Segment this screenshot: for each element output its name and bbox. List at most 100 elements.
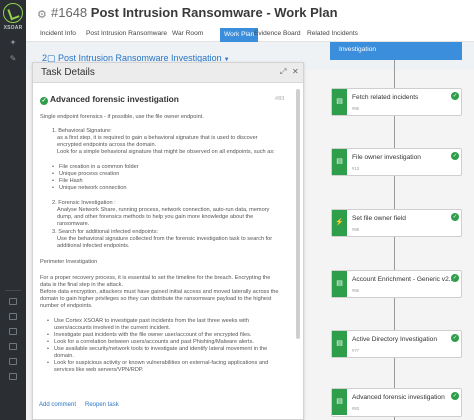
desc-line: number of endpoints. <box>40 303 93 309</box>
node-label: Advanced forensic investigation <box>352 394 445 401</box>
tab-war-room[interactable]: War Room <box>172 30 203 37</box>
desc-bullet: Look for a correlation between users/acc… <box>47 339 254 346</box>
desc-line: Use the behavioral signature collected f… <box>57 236 273 242</box>
completed-check-icon: ✓ <box>40 97 48 105</box>
incident-name: Post Intrusion Ransomware - Work Plan <box>90 5 338 20</box>
desc-bullet: File Hash <box>52 178 83 185</box>
node-status-bar: ⚡ <box>332 210 347 236</box>
node-label: Fetch related incidents <box>352 94 419 101</box>
task-details-title: Task Details <box>41 67 95 78</box>
task-details-body: ✓ Advanced forensic investigation #83 Sin… <box>33 84 295 394</box>
task-details-footer: Add comment Reopen task <box>33 397 303 419</box>
node-label: Account Enrichment - Generic v2.1 <box>352 276 455 283</box>
incidents-icon[interactable]: ✦ <box>8 39 18 47</box>
tab-post-intrusion-ransomware[interactable]: Post Intrusion Ransomware <box>86 30 167 37</box>
playbook-icon: ▤ <box>336 340 343 347</box>
desc-bullet: Use available security/network tools to … <box>47 346 267 353</box>
node-id: #13 <box>352 166 359 171</box>
desc-line: Before data encryption, attackers must h… <box>40 289 279 295</box>
task-details-header: Task Details ⤢ ✕ <box>33 63 303 83</box>
automation-icon: ⚡ <box>335 219 344 226</box>
close-icon[interactable]: ✕ <box>292 67 299 76</box>
desc-line: as a first step, it is required to gain … <box>57 135 258 141</box>
tab-related-incidents[interactable]: Related Incidents <box>307 30 358 37</box>
flow-node[interactable]: ▤ Fetch related incidents #86 ✓ <box>331 88 462 116</box>
incident-header: ⚙ #1648 Post Intrusion Ransomware - Work… <box>26 0 474 28</box>
desc-bullet: Unique process creation <box>52 171 119 178</box>
desc-bullet: File creation in a common folder <box>52 164 139 171</box>
check-icon: ✓ <box>451 92 459 100</box>
node-id: #77 <box>352 348 359 353</box>
incident-tabs: Incident Info Post Intrusion Ransomware … <box>26 28 474 42</box>
node-status-bar: ▤ <box>332 271 347 297</box>
desc-line: encrypted endpoints across the domain. <box>57 142 157 148</box>
check-icon: ✓ <box>451 334 459 342</box>
node-status-bar: ▤ <box>332 149 347 175</box>
task-name-text: Advanced forensic investigation <box>50 94 179 104</box>
pin-icon[interactable]: ✎ <box>8 55 18 63</box>
node-id: #86 <box>352 288 359 293</box>
left-nav-rail: XSOAR ✦ ✎ <box>0 0 26 420</box>
jobs-icon[interactable] <box>9 328 17 335</box>
flow-node[interactable]: ⚡ Set file owner field #88 ✓ <box>331 209 462 237</box>
flow-section-header: Investigation <box>330 42 462 60</box>
desc-line: services like web servers/VPN/RDP. <box>54 367 144 373</box>
tab-work-plan[interactable]: Work Plan <box>220 28 259 42</box>
desc-line: 1. Behavioral Signature: <box>52 128 112 134</box>
check-icon: ✓ <box>451 274 459 282</box>
desc-line: Analyse Network Share, running process, … <box>57 207 270 213</box>
desc-line: 3. Search for additional infected endpoi… <box>52 229 159 235</box>
reports-icon[interactable] <box>9 313 17 320</box>
desc-bullet: Use Cortex XSOAR to investigate past inc… <box>47 318 249 325</box>
node-id: #88 <box>352 227 359 232</box>
task-details-panel: Task Details ⤢ ✕ ✓ Advanced forensic inve… <box>32 62 304 420</box>
node-id: #86 <box>352 106 359 111</box>
node-status-bar: ▤ <box>332 389 347 415</box>
task-name: ✓ Advanced forensic investigation <box>40 94 179 105</box>
marketplace-icon[interactable] <box>9 358 17 365</box>
logo-text: XSOAR <box>3 25 23 31</box>
task-icon: ▤ <box>336 98 343 105</box>
desc-bullet: Look for suspicious activity or known vu… <box>47 360 268 367</box>
desc-line: dump, and other forensics methods to hel… <box>57 214 254 220</box>
gear-icon[interactable]: ⚙ <box>37 8 47 21</box>
desc-line: For a proper recovery process, it is ess… <box>40 275 271 281</box>
settings-icon[interactable] <box>9 373 17 380</box>
node-id: #83 <box>352 406 359 411</box>
xsoar-logo[interactable] <box>3 3 23 23</box>
desc-bullet: Investigate past incidents with the file… <box>47 332 251 339</box>
desc-line: additional infected endpoints. <box>57 243 130 249</box>
check-icon: ✓ <box>451 213 459 221</box>
flow-node[interactable]: ▤ Account Enrichment - Generic v2.1 #86 … <box>331 270 462 298</box>
node-label: File owner investigation <box>352 154 421 161</box>
playbooks-icon[interactable] <box>9 343 17 350</box>
node-label: Active Directory Investigation <box>352 336 438 343</box>
task-icon: ▤ <box>336 398 343 405</box>
playbook-icon: ▤ <box>336 280 343 287</box>
rail-divider <box>5 290 21 291</box>
flow-node[interactable]: ▤ File owner investigation #13 ✓ <box>331 148 462 176</box>
desc-heading: Perimeter Investigation <box>40 259 98 265</box>
task-scrollbar[interactable] <box>296 89 300 339</box>
check-icon: ✓ <box>451 152 459 160</box>
reopen-task-link[interactable]: Reopen task <box>85 402 119 408</box>
expand-icon[interactable]: ⤢ <box>280 67 286 77</box>
node-status-bar: ▤ <box>332 331 347 357</box>
desc-line: Look for a simple behavioral signature t… <box>57 149 275 155</box>
desc-line: ransomware. <box>57 221 90 227</box>
node-label: Set file owner field <box>352 215 406 222</box>
check-icon: ✓ <box>451 392 459 400</box>
dashboard-icon[interactable] <box>9 298 17 305</box>
incident-number: #1648 <box>51 5 88 20</box>
incident-title: #1648 Post Intrusion Ransomware - Work P… <box>51 5 338 20</box>
add-comment-link[interactable]: Add comment <box>39 402 76 408</box>
playbook-icon: ▤ <box>336 158 343 165</box>
desc-line: data is the final step in the attack. <box>40 282 124 288</box>
tab-evidence-board[interactable]: Evidence Board <box>254 30 301 37</box>
desc-line: users/accounts involved in the current i… <box>54 325 171 331</box>
flow-node[interactable]: ▤ Active Directory Investigation #77 ✓ <box>331 330 462 358</box>
desc-line: 2. Forensic Investigation : <box>52 200 116 206</box>
flow-node[interactable]: ▤ Advanced forensic investigation #83 ✓ <box>331 388 462 417</box>
desc-line: domain. <box>54 353 74 359</box>
tab-incident-info[interactable]: Incident Info <box>40 30 76 37</box>
